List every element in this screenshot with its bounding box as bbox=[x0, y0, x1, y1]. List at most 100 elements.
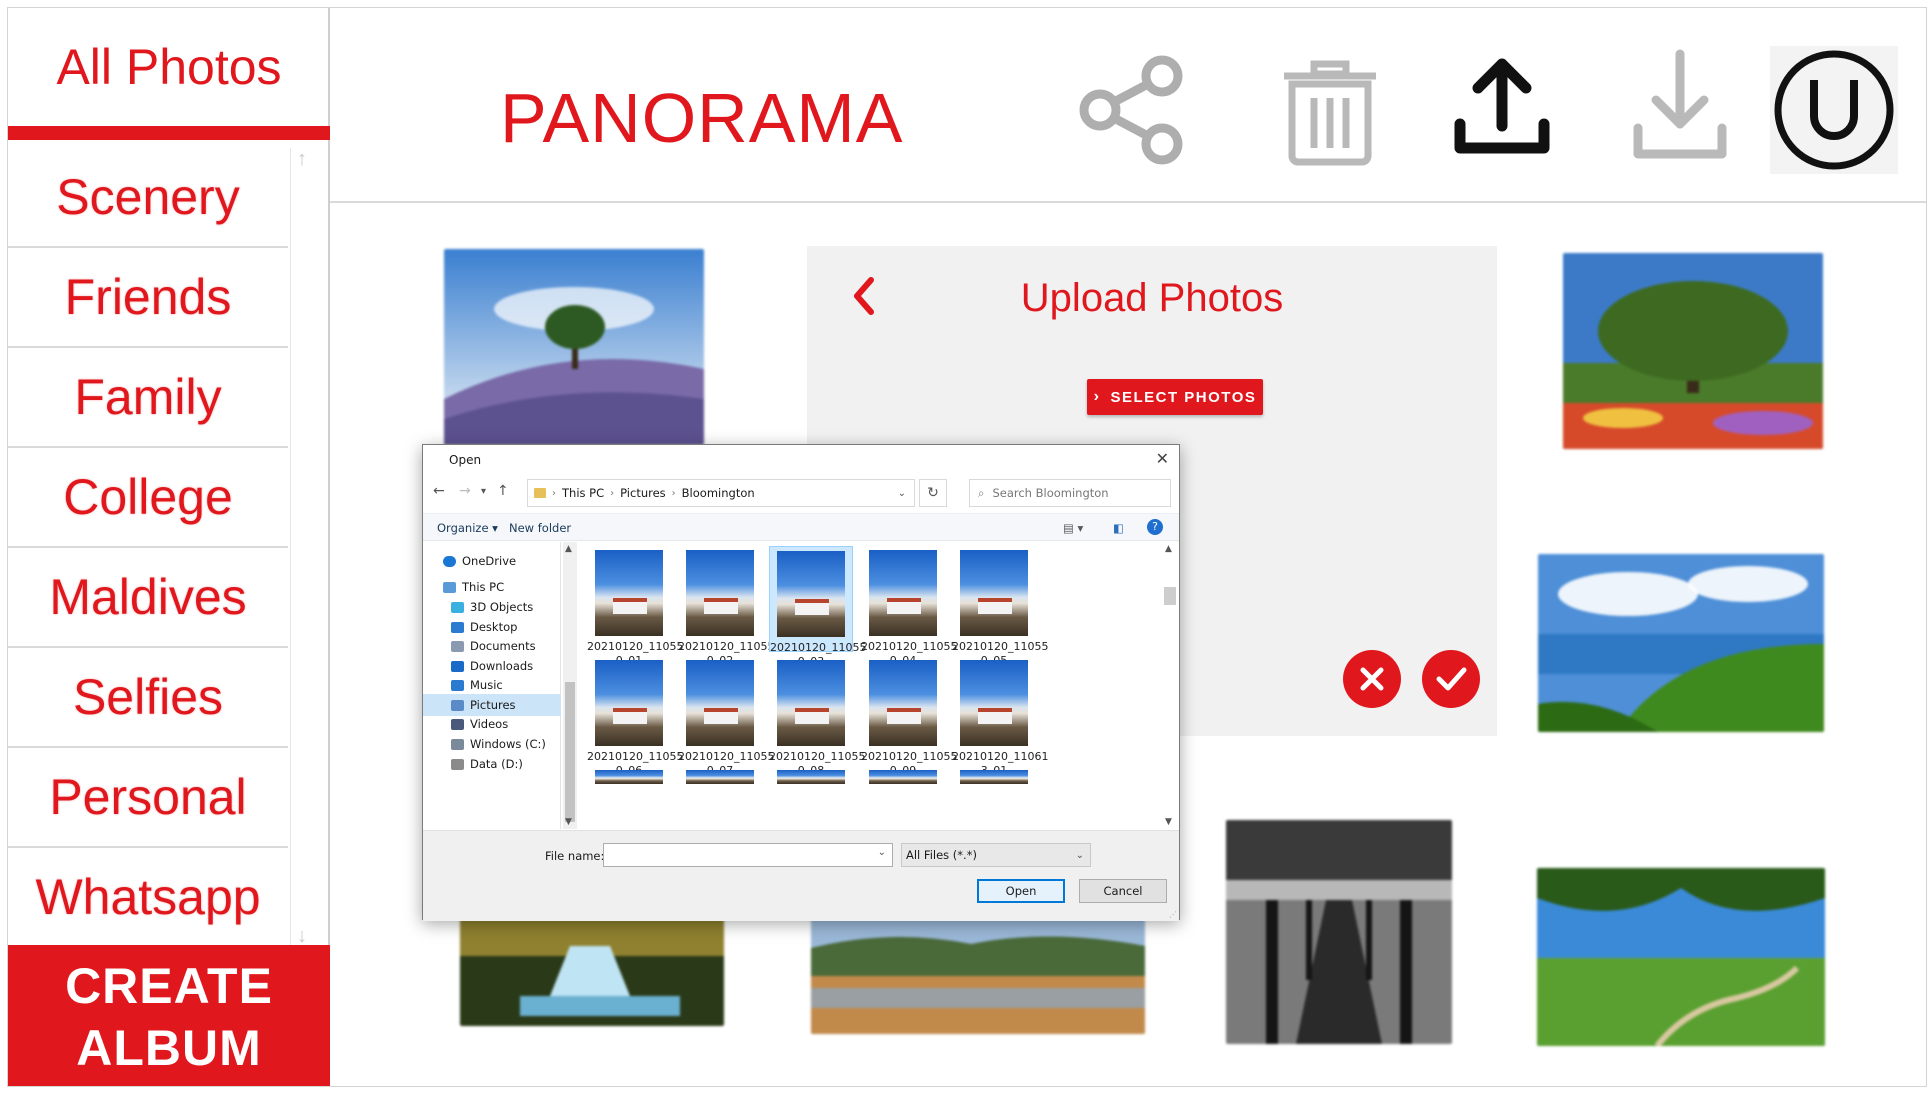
file-item[interactable]: 20210120_11055 0_02 bbox=[678, 546, 774, 667]
header: PANORAMA bbox=[330, 8, 1926, 203]
file-thumbnail bbox=[960, 770, 1028, 784]
create-album-button[interactable]: CREATE ALBUM bbox=[8, 945, 330, 1086]
nav-item-data-d[interactable]: Data (D:) bbox=[423, 753, 561, 775]
photo-waterfall[interactable] bbox=[460, 916, 724, 1026]
nav-item-this-pc[interactable]: This PC bbox=[423, 576, 561, 598]
file-item[interactable]: 20210120_11055 0_05 bbox=[952, 546, 1048, 667]
download-icon[interactable] bbox=[1620, 48, 1740, 168]
nav-label: Data (D:) bbox=[470, 757, 523, 771]
address-bar[interactable]: › This PC › Pictures › Bloomington ⌄ bbox=[527, 479, 915, 507]
share-icon[interactable] bbox=[1072, 48, 1192, 168]
file-thumbnail bbox=[777, 660, 845, 746]
select-photos-button[interactable]: › SELECT PHOTOS bbox=[1087, 379, 1263, 415]
file-item-partial[interactable] bbox=[861, 766, 945, 786]
file-name-input[interactable]: ⌄ bbox=[603, 843, 893, 867]
nav-item-windows-c[interactable]: Windows (C:) bbox=[423, 733, 561, 755]
file-item-partial[interactable] bbox=[678, 766, 762, 786]
scroll-thumb[interactable] bbox=[565, 682, 575, 822]
new-folder-button[interactable]: New folder bbox=[509, 521, 571, 535]
refresh-button[interactable]: ↻ bbox=[919, 479, 947, 507]
sidebar-item-family[interactable]: Family bbox=[8, 348, 288, 448]
file-item[interactable]: 20210120_11055 0_01 bbox=[587, 546, 683, 667]
photo-green-valley[interactable] bbox=[1537, 868, 1825, 1046]
sidebar-item-friends[interactable]: Friends bbox=[8, 248, 288, 348]
file-item[interactable]: 20210120_11055 0_09 bbox=[861, 656, 957, 777]
view-options-icon[interactable]: ▤ ▾ bbox=[1063, 521, 1083, 535]
file-thumbnail bbox=[595, 550, 663, 636]
navigation-pane: OneDrive This PC 3D Objects Desktop Docu… bbox=[423, 542, 561, 829]
resize-grip-icon[interactable]: ⋰ bbox=[1169, 910, 1177, 919]
nav-label: Documents bbox=[470, 639, 536, 653]
scroll-up-icon[interactable]: ▲ bbox=[565, 544, 572, 554]
file-name-line: 20210120_11061 bbox=[952, 750, 1049, 763]
file-item[interactable]: 20210120_11055 0_06 bbox=[587, 656, 683, 777]
sidebar-item-scenery[interactable]: Scenery bbox=[8, 148, 288, 248]
recent-dropdown-icon[interactable]: ▾ bbox=[481, 486, 486, 497]
trash-icon[interactable] bbox=[1270, 48, 1390, 168]
file-thumbnail bbox=[777, 551, 845, 637]
upload-icon[interactable] bbox=[1442, 48, 1562, 168]
nav-item-3d-objects[interactable]: 3D Objects bbox=[423, 596, 561, 618]
photo-tree-lavender[interactable] bbox=[444, 249, 704, 445]
nav-item-documents[interactable]: Documents bbox=[423, 635, 561, 657]
cube-icon bbox=[451, 601, 464, 613]
sidebar-scrollbar[interactable]: ↑ ↓ bbox=[290, 148, 328, 948]
scroll-up-icon[interactable]: ▲ bbox=[1165, 544, 1172, 554]
file-name-line: 20210120_11055 bbox=[769, 750, 866, 763]
file-type-select[interactable]: All Files (*.*) ⌄ bbox=[901, 843, 1091, 867]
user-icon[interactable] bbox=[1770, 46, 1898, 174]
pc-icon bbox=[443, 581, 456, 593]
address-dropdown-icon[interactable]: ⌄ bbox=[898, 488, 906, 499]
file-item-partial[interactable] bbox=[952, 766, 1036, 786]
preview-pane-icon[interactable]: ◧ bbox=[1113, 521, 1124, 535]
breadcrumb-this-pc[interactable]: This PC bbox=[562, 486, 604, 500]
file-thumbnail bbox=[869, 770, 937, 784]
dialog-toolbar: Organize ▾ New folder ▤ ▾ ◧ ? bbox=[423, 513, 1179, 541]
file-item-partial[interactable] bbox=[587, 766, 671, 786]
organize-menu[interactable]: Organize ▾ bbox=[437, 521, 498, 535]
search-input[interactable]: ⌕ Search Bloomington bbox=[969, 479, 1171, 507]
open-button[interactable]: Open bbox=[977, 879, 1065, 903]
photo-tree-flowers[interactable] bbox=[1563, 253, 1823, 449]
nav-item-videos[interactable]: Videos bbox=[423, 713, 561, 735]
nav-label: Music bbox=[470, 678, 503, 692]
cancel-button[interactable] bbox=[1343, 650, 1401, 708]
scroll-thumb[interactable] bbox=[1164, 587, 1176, 605]
scroll-down-icon[interactable]: ▼ bbox=[565, 817, 572, 827]
cloud-icon bbox=[443, 555, 456, 567]
sidebar-item-all-photos[interactable]: All Photos bbox=[8, 8, 330, 126]
file-item[interactable]: 20210120_11055 0_08 bbox=[769, 656, 866, 777]
up-arrow-icon[interactable]: ↑ bbox=[497, 483, 509, 499]
dialog-cancel-button[interactable]: Cancel bbox=[1079, 879, 1167, 903]
nav-label: Desktop bbox=[470, 620, 518, 634]
desktop-icon bbox=[451, 621, 464, 633]
file-item[interactable]: 20210120_11061 3_01 bbox=[952, 656, 1049, 777]
breadcrumb-bloomington[interactable]: Bloomington bbox=[682, 486, 755, 500]
nav-scrollbar[interactable]: ▲ ▼ bbox=[563, 542, 577, 829]
sidebar-item-college[interactable]: College bbox=[8, 448, 288, 548]
chevron-down-icon[interactable]: ⌄ bbox=[878, 847, 886, 858]
nav-item-music[interactable]: Music bbox=[423, 674, 561, 696]
scroll-down-icon[interactable]: ▼ bbox=[1165, 817, 1172, 827]
photo-lake-reflection[interactable] bbox=[811, 918, 1145, 1034]
files-scrollbar[interactable]: ▲ ▼ bbox=[1161, 542, 1179, 829]
confirm-button[interactable] bbox=[1422, 650, 1480, 708]
photo-lake-hills[interactable] bbox=[1538, 554, 1824, 732]
sidebar-item-selfies[interactable]: Selfies bbox=[8, 648, 288, 748]
file-item[interactable]: 20210120_11055 0_07 bbox=[678, 656, 774, 777]
forward-arrow-icon[interactable]: → bbox=[459, 483, 471, 499]
close-icon[interactable]: ✕ bbox=[1156, 449, 1169, 468]
sidebar-item-personal[interactable]: Personal bbox=[8, 748, 288, 848]
file-item-partial[interactable] bbox=[769, 766, 853, 786]
scroll-up-icon[interactable]: ↑ bbox=[297, 148, 307, 171]
sidebar-item-maldives[interactable]: Maldives bbox=[8, 548, 288, 648]
nav-label: Videos bbox=[470, 717, 509, 731]
file-item[interactable]: 20210120_11055 0_04 bbox=[861, 546, 957, 667]
file-item-selected[interactable]: 20210120_11055 0_03 bbox=[769, 546, 866, 668]
breadcrumb-pictures[interactable]: Pictures bbox=[620, 486, 666, 500]
back-arrow-icon[interactable]: ← bbox=[433, 483, 445, 499]
sidebar-item-whatsapp[interactable]: Whatsapp bbox=[8, 848, 288, 948]
photo-pier-bw[interactable] bbox=[1226, 820, 1452, 1044]
help-icon[interactable]: ? bbox=[1147, 519, 1163, 535]
nav-item-onedrive[interactable]: OneDrive bbox=[423, 550, 561, 572]
